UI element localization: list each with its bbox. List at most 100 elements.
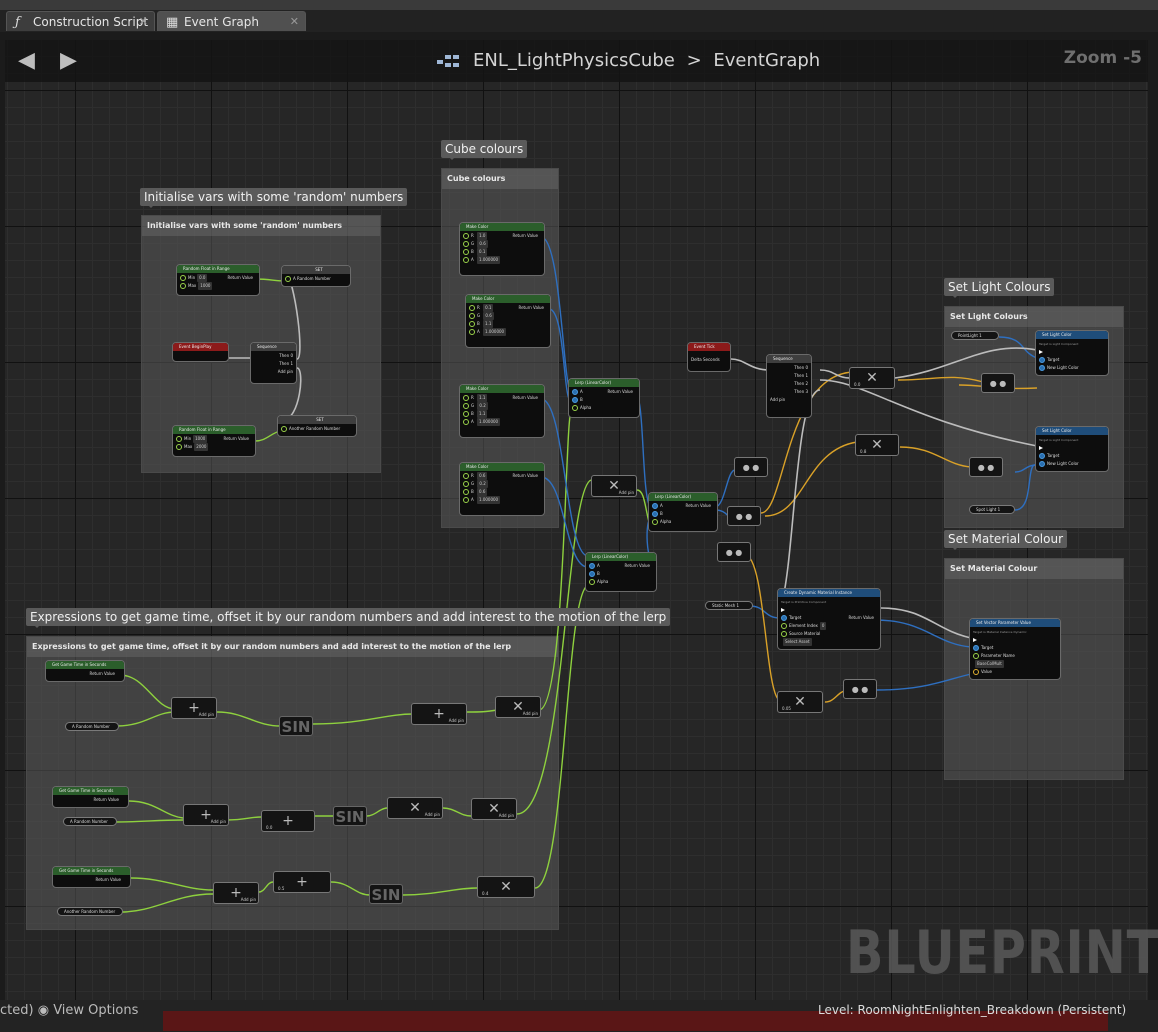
- wire: [312, 713, 414, 725]
- multiply-node[interactable]: ✕ Add pin: [471, 798, 517, 820]
- break-struct-node[interactable]: ● ●: [717, 542, 751, 562]
- function-icon: ƒ: [15, 15, 20, 30]
- event-beginplay-node[interactable]: Event BeginPlay: [172, 342, 229, 362]
- wire: [442, 807, 472, 817]
- add-node[interactable]: + Add pin: [411, 703, 467, 725]
- get-game-time-node[interactable]: Get Game Time in Seconds Return Value: [45, 660, 125, 682]
- make-struct-node[interactable]: ● ●: [843, 679, 877, 699]
- sin-node[interactable]: SIN: [279, 716, 313, 736]
- node-title: Sequence: [251, 343, 296, 351]
- wire: [730, 358, 770, 371]
- node-title: SET: [282, 266, 350, 274]
- make-struct-node[interactable]: ● ●: [981, 373, 1015, 393]
- make-color-node[interactable]: Make Color R 1.1 Return Value G 0.2 B 1.1…: [459, 384, 545, 438]
- get-game-time-node[interactable]: Get Game Time in Seconds Return Value: [52, 786, 129, 808]
- random-float-node[interactable]: Random Float in Range Min 1000 Return Valu…: [172, 425, 256, 457]
- static-mesh-variable[interactable]: Static Mesh 1: [705, 601, 753, 610]
- set-vector-parameter-node[interactable]: Set Vector Parameter Value Target is Mat…: [969, 618, 1061, 680]
- sin-node[interactable]: SIN: [369, 884, 403, 904]
- set-variable-node[interactable]: SET Another Random Number: [277, 415, 357, 437]
- node-title: Lerp (LinearColor): [569, 379, 639, 387]
- wire: [226, 816, 262, 821]
- close-icon[interactable]: ✕: [290, 12, 299, 32]
- node-title: Random Float in Range: [177, 265, 259, 273]
- node-title: Set Light Color: [1036, 427, 1108, 435]
- float-pin[interactable]: [180, 283, 186, 289]
- float-pin[interactable]: [180, 275, 186, 281]
- breadcrumb-blueprint[interactable]: ENL_LightPhysicsCube: [473, 50, 675, 71]
- random-float-node[interactable]: Random Float in Range Min 0.0 Return Value…: [176, 264, 260, 296]
- comment-bubble-material[interactable]: Set Material Colour: [944, 530, 1068, 550]
- another-random-number-variable[interactable]: Another Random Number: [57, 907, 123, 916]
- tab-construction-script[interactable]: ƒ Construction Script ✕: [6, 11, 155, 31]
- comment-bubble-expr[interactable]: Expressions to get game time, offset it …: [26, 608, 671, 628]
- wire: [130, 877, 214, 891]
- make-color-node[interactable]: Make Color R 1.0 Return Value G 0.6 B 0.1…: [459, 222, 545, 276]
- event-tick-node[interactable]: Event Tick Delta Seconds: [687, 342, 731, 372]
- lerp-node[interactable]: Lerp (LinearColor) A Return Value B Alpha: [648, 492, 718, 532]
- multiply-node[interactable]: ✕ 0.4: [477, 876, 535, 898]
- make-color-node[interactable]: Make Color R 0.6 Return Value G 0.2 B 0.6…: [459, 462, 545, 516]
- node-title: Random Float in Range: [173, 426, 255, 434]
- wire: [114, 819, 184, 823]
- node-title: Event Tick: [688, 343, 730, 351]
- tab-event-graph[interactable]: ▦ Event Graph ✕: [157, 11, 306, 31]
- wire: [466, 709, 498, 713]
- comment-bubble-light[interactable]: Set Light Colours: [944, 278, 1055, 298]
- set-light-color-node[interactable]: Set Light Color Target is Light Componen…: [1035, 426, 1109, 472]
- wire: [330, 881, 371, 896]
- set-variable-node[interactable]: SET A Random Number: [281, 265, 351, 287]
- multiply-node[interactable]: ✕ 0.05: [777, 691, 823, 713]
- node-title: Get Game Time in Seconds: [53, 867, 130, 875]
- node-title: Make Color: [460, 463, 544, 471]
- wire: [538, 411, 572, 711]
- tab-label: Event Graph: [184, 15, 259, 29]
- sequence-node[interactable]: Sequence Then 0 Then 1 Add pin: [250, 342, 297, 384]
- close-icon[interactable]: ✕: [139, 12, 148, 32]
- wire: [516, 479, 592, 815]
- pointlight-variable[interactable]: PointLight 1: [951, 331, 999, 340]
- add-node[interactable]: + Add pin: [183, 804, 229, 826]
- add-node[interactable]: +0.5: [273, 871, 331, 893]
- graph-canvas[interactable]: Initialise vars with some 'random' numbe…: [5, 40, 1148, 1000]
- wire: [876, 673, 972, 691]
- lerp-node[interactable]: Lerp (LinearColor) A Return Value B Alpha: [568, 378, 640, 418]
- breadcrumb-graph[interactable]: EventGraph: [713, 50, 820, 71]
- comment-bubble-init[interactable]: Initialise vars with some 'random' numbe…: [140, 188, 408, 208]
- view-options[interactable]: cted) ◉ View Options: [0, 1003, 138, 1018]
- random-number-variable[interactable]: A Random Number: [65, 722, 119, 731]
- multiply-node[interactable]: ✕ Add pin: [495, 696, 541, 718]
- random-number-variable[interactable]: A Random Number: [63, 817, 117, 826]
- eye-icon: ◉: [37, 1003, 50, 1018]
- wire: [897, 376, 984, 383]
- break-struct-node[interactable]: ● ●: [734, 457, 768, 477]
- zoom-level: Zoom -5: [1063, 48, 1142, 68]
- multiply-node[interactable]: ✕ Add pin: [387, 797, 443, 819]
- wire: [744, 554, 780, 701]
- multiply-node[interactable]: ✕ 0.0: [849, 367, 895, 389]
- node-title: Get Game Time in Seconds: [53, 787, 128, 795]
- get-game-time-node[interactable]: Get Game Time in Seconds Return Value: [52, 866, 131, 888]
- sin-node[interactable]: SIN: [333, 806, 367, 826]
- node-title: Make Color: [460, 385, 544, 393]
- add-node[interactable]: +0.0: [261, 810, 315, 832]
- break-struct-node[interactable]: ● ●: [727, 506, 761, 526]
- forward-arrow-icon[interactable]: ▶: [60, 50, 77, 72]
- make-struct-node[interactable]: ● ●: [969, 457, 1003, 477]
- back-arrow-icon[interactable]: ◀: [18, 50, 35, 72]
- add-node[interactable]: + Add pin: [171, 697, 217, 719]
- wire: [714, 469, 736, 508]
- create-dynamic-material-node[interactable]: Create Dynamic Material Instance Target …: [777, 588, 881, 650]
- multiply-node[interactable]: ✕ 0.8: [855, 434, 899, 456]
- sequence-node[interactable]: Sequence Then 0 Then 1 Then 2 Then 3 Add…: [766, 354, 812, 418]
- comment-bubble-cube[interactable]: Cube colours: [441, 140, 528, 160]
- add-node[interactable]: + Add pin: [213, 882, 259, 904]
- make-color-node[interactable]: Make Color R 0.1 Return Value G 0.6 B 1.1…: [465, 294, 551, 348]
- breadcrumb: ENL_LightPhysicsCube > EventGraph: [437, 48, 820, 74]
- lerp-node[interactable]: Lerp (LinearColor) A Return Value B Alpha: [585, 552, 657, 592]
- spotlight-variable[interactable]: Spot Light 1: [969, 505, 1015, 514]
- set-light-color-node[interactable]: Set Light Color Target is Light Componen…: [1035, 330, 1109, 376]
- node-title: Set Vector Parameter Value: [970, 619, 1060, 627]
- multiply-node[interactable]: ✕ Add pin: [591, 475, 637, 497]
- wire: [128, 800, 184, 819]
